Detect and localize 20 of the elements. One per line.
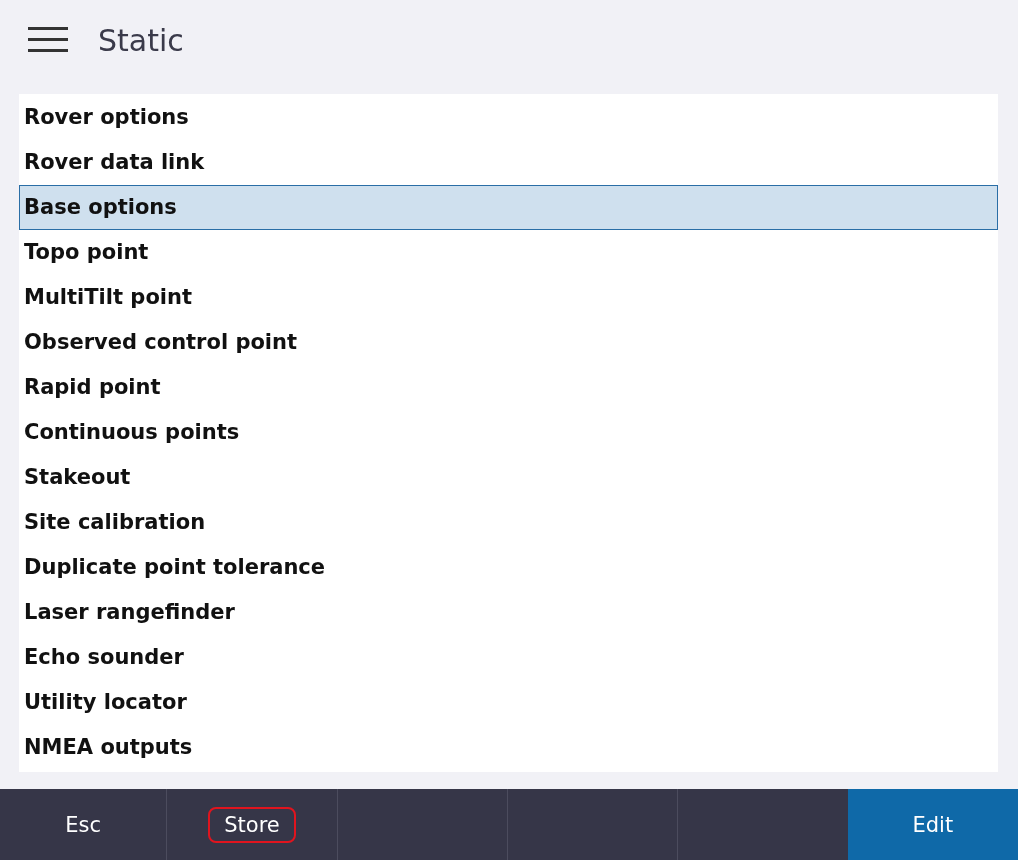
list-item[interactable]: Topo point xyxy=(19,230,998,275)
list-item[interactable]: Site calibration xyxy=(19,500,998,545)
list-item[interactable]: Echo sounder xyxy=(19,635,998,680)
list-item[interactable]: Continuous points xyxy=(19,410,998,455)
list-item[interactable]: Stakeout xyxy=(19,455,998,500)
list-item[interactable]: Rapid point xyxy=(19,365,998,410)
screen-title: Static xyxy=(98,22,184,58)
softkey-button[interactable]: Edit xyxy=(847,789,1018,860)
softkey-button[interactable]: Esc xyxy=(0,789,167,860)
list-item[interactable]: Rover options xyxy=(19,95,998,140)
list-item[interactable]: Rover data link xyxy=(19,140,998,185)
softkey-button[interactable]: Store xyxy=(167,789,337,860)
list-item[interactable]: MultiTilt point xyxy=(19,275,998,320)
list-item[interactable]: Observed control point xyxy=(19,320,998,365)
menu-icon[interactable] xyxy=(28,27,68,53)
list-item[interactable]: Utility locator xyxy=(19,680,998,725)
list-item[interactable]: Duplicate point tolerance xyxy=(19,545,998,590)
list-item[interactable]: NMEA outputs xyxy=(19,725,998,770)
list-item[interactable]: Base options xyxy=(19,185,998,230)
list-item[interactable]: Laser rangefinder xyxy=(19,590,998,635)
